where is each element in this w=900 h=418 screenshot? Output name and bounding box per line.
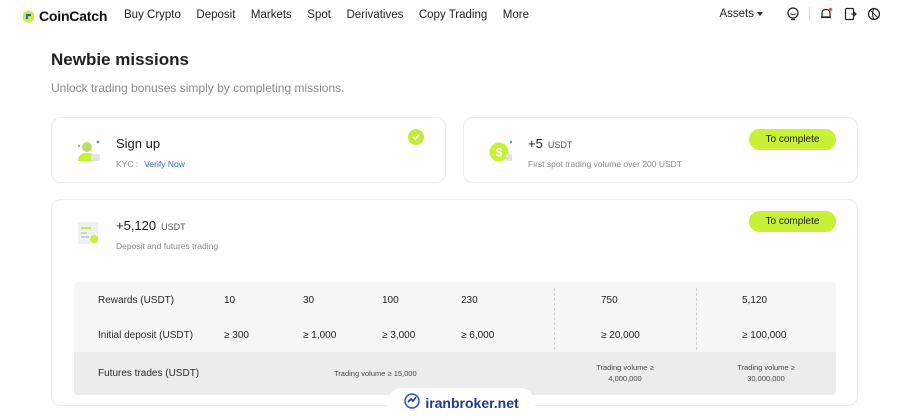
table-cell: Trading volume ≥ 30,000,000 [723,362,809,384]
mission-reward: +5,120 USDT [116,218,186,233]
coin-icon: $ [486,137,516,167]
nav-divider [809,7,810,21]
reward-unit: USDT [547,140,573,150]
verify-now-link[interactable]: Verify Now [144,159,185,169]
row-label: Futures trades (USDT) [98,368,200,379]
mission-title-text: Sign up [116,136,161,151]
mission-desc: First spot trading volume over 200 USDT [528,159,683,169]
mission-card-signup: Sign up KYC : Verify Now [51,117,446,183]
page-title: Newbie missions [51,50,189,69]
table-cell: ≥ 100,000 [742,330,787,341]
chevron-down-icon [757,12,763,16]
svg-text:$: $ [496,146,503,160]
assets-label: Assets [719,8,754,20]
watermark: iranbroker.net [387,388,535,418]
table-cell: 10 [224,295,236,306]
logo-icon [21,9,36,24]
logo-text: CoinCatch [39,8,108,24]
to-complete-button[interactable]: To complete [749,129,836,150]
watermark-text: iranbroker.net [425,395,519,411]
to-complete-button[interactable]: To complete [749,211,836,232]
table-cell: Trading volume ≥ 4,000,000 [582,362,668,384]
table-cell: 100 [382,295,399,306]
globe-icon[interactable] [866,6,882,22]
main-nav: Buy Crypto Deposit Markets Spot Derivati… [124,9,544,21]
mission-reward: +5 USDT [528,136,572,151]
download-icon[interactable] [842,6,858,22]
nav-more[interactable]: More [503,9,529,21]
table-cell: ≥ 3,000 [382,330,416,341]
table-cell: ≥ 1,000 [303,330,337,341]
cell-line: 4,000,000 [608,374,642,383]
mission-desc: Deposit and futures trading [116,241,219,251]
table-cell: ≥ 300 [224,330,249,341]
table-cell: 750 [601,295,618,306]
cell-line: Trading volume ≥ [737,363,795,372]
page-subtitle: Unlock trading bonuses simply by complet… [51,81,345,95]
nav-derivatives[interactable]: Derivatives [346,9,403,21]
mission-card-spot: $ +5 USDT First spot trading volume over … [463,117,858,183]
kyc-label: KYC : [116,159,139,169]
table-row-rewards: Rewards (USDT) 10 30 100 230 750 5,120 [74,282,836,317]
row-label: Rewards (USDT) [98,295,175,306]
reward-amount: +5 [528,136,543,151]
assets-menu[interactable]: Assets [719,8,763,20]
user-verify-icon [74,137,104,167]
nav-markets[interactable]: Markets [251,9,292,21]
table-cell: 30 [303,295,315,306]
table-cell: Trading volume ≥ 15,000 [334,369,417,378]
bell-icon[interactable] [818,6,834,22]
coincatch-logo[interactable]: CoinCatch [21,8,107,24]
support-icon[interactable] [785,6,801,22]
mission-title: Sign up [116,136,160,151]
row-label: Initial deposit (USDT) [98,330,194,341]
mission-card-deposit-futures: +5,120 USDT Deposit and futures trading T… [51,199,858,406]
table-cell: ≥ 6,000 [461,330,495,341]
table-cell: 230 [461,295,478,306]
reward-unit: USDT [161,222,186,232]
nav-buy-crypto[interactable]: Buy Crypto [124,9,181,21]
document-icon [74,218,104,248]
cell-line: Trading volume ≥ [596,363,654,372]
reward-amount: +5,120 [116,218,157,233]
broker-logo-icon [403,392,421,415]
completed-check-icon [408,129,424,145]
tier-table: Rewards (USDT) 10 30 100 230 750 5,120 I… [74,282,836,395]
nav-right: Assets [719,6,882,22]
nav-deposit[interactable]: Deposit [196,9,235,21]
table-cell: ≥ 20,000 [601,330,640,341]
mission-desc: KYC : Verify Now [116,159,185,169]
table-row-deposit: Initial deposit (USDT) ≥ 300 ≥ 1,000 ≥ 3… [74,317,836,352]
nav-copy-trading[interactable]: Copy Trading [419,9,487,21]
cell-line: 30,000,000 [747,374,785,383]
nav-spot[interactable]: Spot [307,9,331,21]
top-navbar: CoinCatch Buy Crypto Deposit Markets Spo… [0,0,900,32]
table-cell: 5,120 [742,295,768,306]
